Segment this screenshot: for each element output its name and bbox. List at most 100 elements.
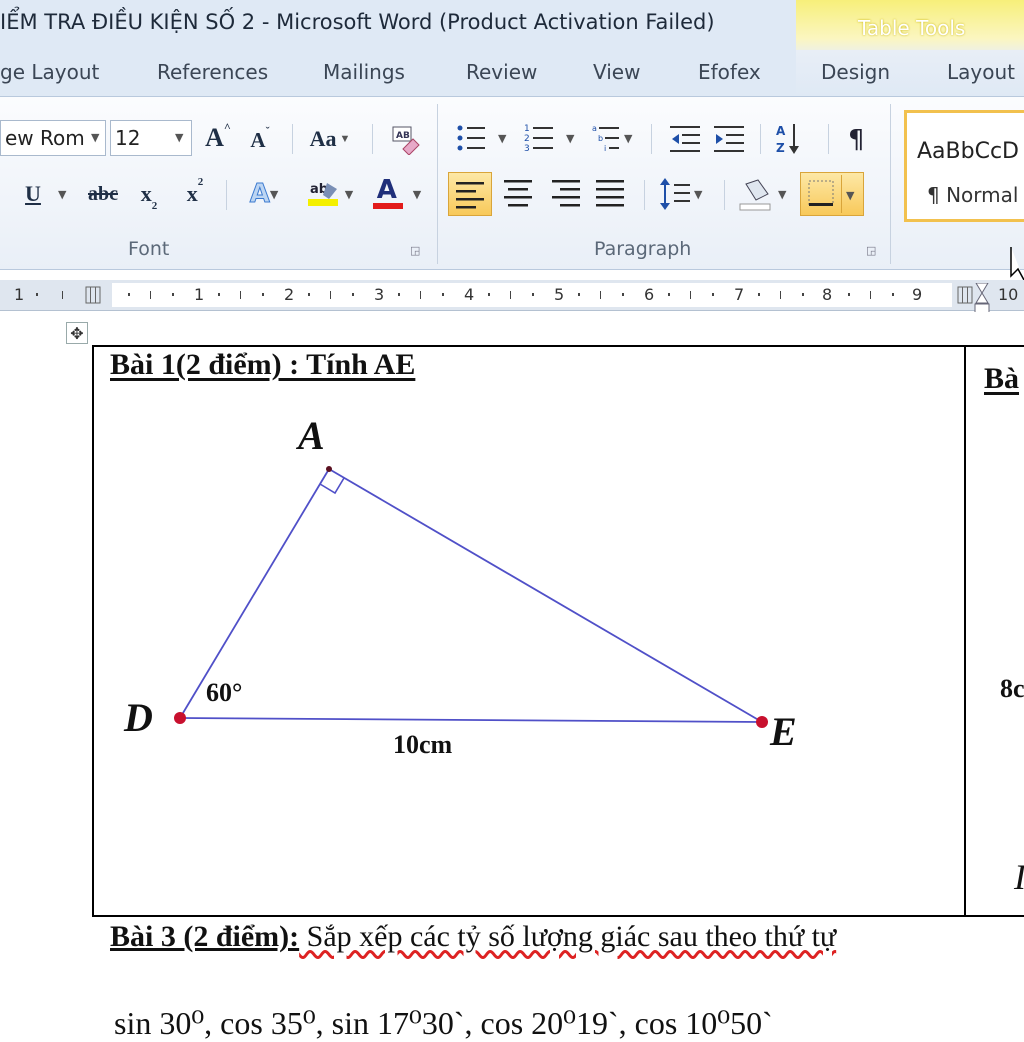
grow-font-button[interactable]: A ^ — [200, 120, 236, 156]
svg-text:▼: ▼ — [566, 132, 575, 145]
font-group-label: Font — [128, 238, 170, 260]
tab-efofex[interactable]: Efofex — [698, 60, 761, 84]
font-name-value: ew Rom — [5, 126, 85, 150]
change-case-button[interactable]: Aa ▼ — [306, 122, 354, 156]
svg-text:A: A — [776, 124, 786, 138]
svg-text:1: 1 — [524, 124, 530, 134]
svg-text:▼: ▼ — [624, 132, 633, 145]
font-size-value: 12 — [115, 126, 141, 150]
font-size-combo[interactable]: 12 ▼ — [110, 120, 192, 156]
chevron-down-icon: ▼ — [91, 131, 100, 144]
bai3-text: Sắp xếp các tỷ số lượng giác sau theo th… — [299, 920, 837, 953]
ruler-number: 3 — [374, 285, 385, 304]
point-e — [756, 716, 768, 728]
borders-button[interactable]: ▼ — [800, 172, 864, 216]
paragraph-dialog-launcher-icon[interactable]: ◲ — [866, 244, 876, 257]
ruler-number: 10 — [998, 285, 1019, 304]
svg-text:Z: Z — [776, 141, 785, 155]
mouse-cursor-icon — [1010, 247, 1024, 281]
align-right-button[interactable] — [548, 176, 584, 212]
table-cell-right[interactable] — [964, 345, 1024, 917]
vertex-e-label: E — [770, 709, 797, 754]
window-title: IỂM TRA ĐIỀU KIỆN SỐ 2 - Microsoft Word … — [0, 10, 715, 34]
shrink-font-button[interactable]: Aˇ — [244, 124, 276, 156]
side-length-label: 10cm — [393, 730, 453, 759]
decrease-indent-icon — [670, 126, 700, 152]
justify-button[interactable] — [592, 176, 628, 212]
svg-text:3: 3 — [524, 144, 530, 154]
svg-text:i: i — [604, 144, 606, 153]
chevron-down-icon: ▼ — [58, 188, 67, 201]
bai3-formula: sin 30⁰, cos 35⁰, sin 17⁰30`, cos 20⁰19`… — [114, 1005, 773, 1041]
ruler-number: 4 — [464, 285, 475, 304]
svg-text:▼: ▼ — [498, 132, 507, 145]
bullets-icon: ▼ — [457, 125, 507, 151]
chevron-down-icon: ▼ — [175, 131, 184, 144]
highlighter-icon: ab — [307, 182, 338, 206]
group-divider — [437, 104, 438, 264]
right-cell-text: 8c — [1000, 674, 1024, 703]
text-effects-button[interactable]: A ▼ — [238, 176, 290, 212]
font-dialog-launcher-icon[interactable]: ◲ — [410, 244, 420, 257]
svg-text:2: 2 — [524, 134, 530, 144]
divider — [292, 124, 293, 154]
ruler-number: 5 — [554, 285, 565, 304]
ruler-number: 1 — [194, 285, 205, 304]
strikethrough-button[interactable]: abc — [82, 176, 124, 212]
tab-view[interactable]: View — [593, 60, 640, 84]
svg-text:▼: ▼ — [694, 188, 703, 201]
ruler-number: 9 — [912, 285, 923, 304]
pilcrow-icon: ¶ — [848, 125, 865, 155]
increase-indent-icon — [714, 126, 744, 152]
group-divider — [890, 104, 891, 264]
table-tools-label: Table Tools — [858, 16, 966, 40]
tab-design[interactable]: Design — [821, 60, 890, 84]
right-cell-glyph: I — [1014, 856, 1024, 898]
side-de — [179, 717, 763, 723]
tab-page-layout[interactable]: ge Layout — [0, 60, 99, 84]
svg-text:b: b — [598, 134, 603, 143]
column-marker-icon — [957, 286, 973, 304]
highlight-button[interactable]: ab ▼ — [298, 176, 360, 212]
svg-text:AB: AB — [396, 131, 410, 141]
indent-marker-icon — [975, 283, 989, 304]
point-a — [326, 466, 332, 472]
tab-layout[interactable]: Layout — [947, 60, 1015, 84]
font-color-button[interactable]: A ▼ — [364, 175, 428, 212]
subscript-button[interactable]: x2 — [132, 176, 166, 212]
ruler-ticks — [36, 283, 989, 304]
divider — [226, 180, 227, 210]
bai3-title: Bài 3 (2 điểm): — [110, 920, 300, 953]
text-effects-icon: A — [249, 179, 270, 210]
underline-button[interactable]: U — [18, 176, 48, 212]
style-normal-tile[interactable]: AaBbCcD ¶ Normal — [904, 110, 1024, 222]
clear-formatting-button[interactable]: AB — [388, 122, 424, 156]
vertex-a-label: A — [298, 413, 325, 458]
paragraph-group-label: Paragraph — [594, 238, 692, 260]
table-move-handle-icon[interactable]: ✥ — [66, 322, 88, 344]
svg-text:▼: ▼ — [846, 189, 855, 202]
align-left-icon — [456, 182, 484, 209]
superscript-button[interactable]: x2 — [178, 176, 212, 212]
tab-references[interactable]: References — [157, 60, 268, 84]
angle-label: 60° — [206, 678, 243, 707]
tab-review[interactable]: Review — [466, 60, 537, 84]
sort-icon: AZ — [776, 124, 799, 155]
eraser-icon: AB — [392, 126, 420, 155]
side-ae — [328, 468, 763, 723]
vertex-d-label: D — [124, 695, 153, 740]
ruler-number: 8 — [822, 285, 833, 304]
tab-mailings[interactable]: Mailings — [323, 60, 405, 84]
ruler-number: 1 — [14, 285, 25, 304]
divider — [372, 124, 373, 154]
ruler-number: 7 — [734, 285, 745, 304]
align-center-button[interactable] — [500, 176, 536, 212]
right-angle-marker-icon — [319, 477, 345, 495]
ruler-number: 6 — [644, 285, 655, 304]
ruler-number: 2 — [284, 285, 295, 304]
numbering-icon: 123 ▼ — [524, 124, 575, 154]
font-name-combo[interactable]: ew Rom ▼ — [0, 120, 106, 156]
multilevel-list-icon: abi ▼ — [592, 124, 633, 153]
point-d — [174, 712, 186, 724]
svg-text:▼: ▼ — [778, 188, 787, 201]
